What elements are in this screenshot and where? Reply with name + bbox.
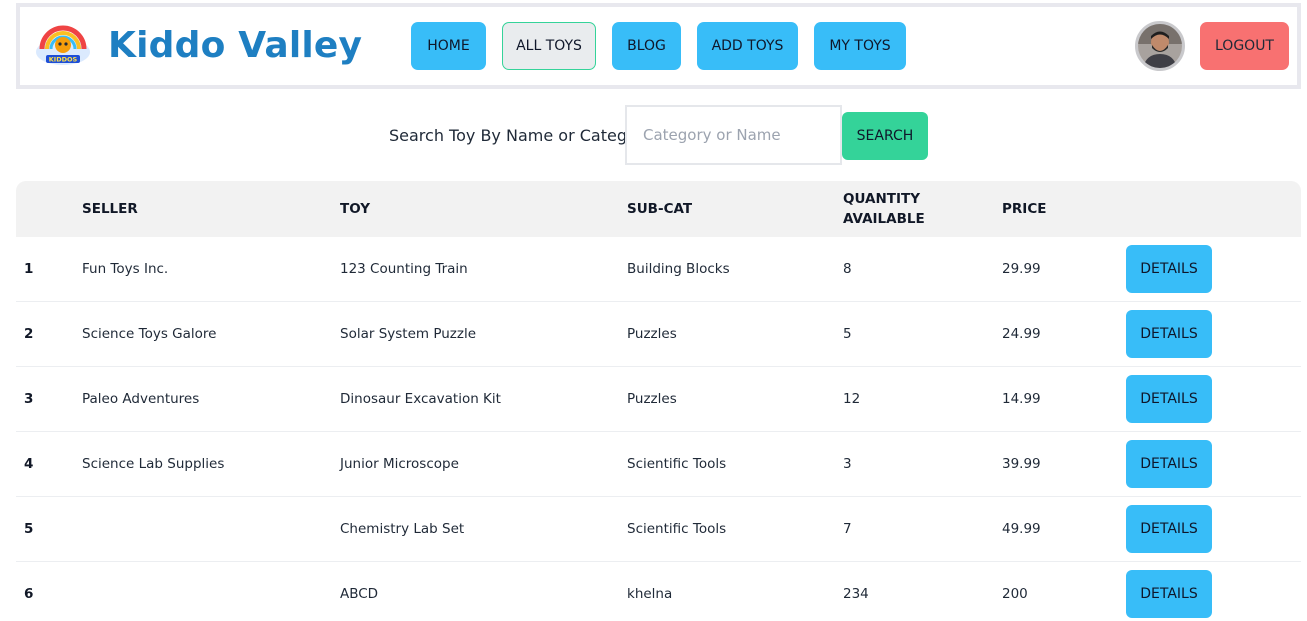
row-seller: Paleo Adventures — [82, 391, 200, 407]
header-seller: SELLER — [82, 201, 138, 217]
row-toy: Junior Microscope — [340, 456, 459, 472]
row-toy: 123 Counting Train — [340, 261, 468, 277]
nav-add-toys-button[interactable]: ADD TOYS — [697, 22, 798, 70]
details-button[interactable]: DETAILS — [1126, 570, 1212, 618]
row-index: 1 — [24, 261, 34, 277]
logout-button[interactable]: LOGOUT — [1200, 22, 1289, 70]
details-button[interactable]: DETAILS — [1126, 375, 1212, 423]
row-quantity: 12 — [843, 391, 861, 407]
row-price: 14.99 — [1002, 391, 1041, 407]
nav-blog-button[interactable]: BLOG — [612, 22, 681, 70]
header-quantity-line1: QUANTITY — [843, 191, 920, 207]
row-quantity: 7 — [843, 521, 852, 537]
details-button[interactable]: DETAILS — [1126, 505, 1212, 553]
row-subcat: Puzzles — [627, 391, 677, 407]
row-price: 29.99 — [1002, 261, 1041, 277]
header-price: PRICE — [1002, 201, 1047, 217]
details-button[interactable]: DETAILS — [1126, 440, 1212, 488]
row-subcat: khelna — [627, 586, 673, 602]
row-toy: Dinosaur Excavation Kit — [340, 391, 501, 407]
table-row: 2 Science Toys Galore Solar System Puzzl… — [16, 302, 1301, 367]
nav-my-toys-button[interactable]: MY TOYS — [814, 22, 906, 70]
row-toy: Solar System Puzzle — [340, 326, 477, 342]
row-quantity: 5 — [843, 326, 852, 342]
row-index: 4 — [24, 456, 34, 472]
svg-text:KIDDOS: KIDDOS — [49, 56, 78, 64]
row-seller: Fun Toys Inc. — [82, 261, 169, 277]
nav-all-toys-button[interactable]: ALL TOYS — [502, 22, 596, 70]
navbar: KIDDOS Kiddo Valley HOME ALL TOYS BLOG A… — [16, 3, 1301, 89]
search-input[interactable] — [625, 105, 842, 165]
table-row: 6 ABCD khelna 234 200 DETAILS — [16, 562, 1301, 621]
table-row: 3 Paleo Adventures Dinosaur Excavation K… — [16, 367, 1301, 432]
row-subcat: Building Blocks — [627, 261, 730, 277]
row-price: 200 — [1002, 586, 1028, 602]
search-button[interactable]: SEARCH — [842, 112, 928, 160]
row-price: 39.99 — [1002, 456, 1041, 472]
row-price: 49.99 — [1002, 521, 1041, 537]
table-row: 4 Science Lab Supplies Junior Microscope… — [16, 432, 1301, 497]
table-row: 1 Fun Toys Inc. 123 Counting Train Build… — [16, 237, 1301, 302]
header-subcat: SUB-CAT — [627, 201, 693, 217]
row-toy: ABCD — [340, 586, 379, 602]
brand-name[interactable]: Kiddo Valley — [108, 25, 362, 66]
table-row: 5 Chemistry Lab Set Scientific Tools 7 4… — [16, 497, 1301, 562]
row-subcat: Scientific Tools — [627, 456, 727, 472]
row-quantity: 8 — [843, 261, 852, 277]
row-toy: Chemistry Lab Set — [340, 521, 465, 537]
row-seller: Science Toys Galore — [82, 326, 217, 342]
details-button[interactable]: DETAILS — [1126, 245, 1212, 293]
details-button[interactable]: DETAILS — [1126, 310, 1212, 358]
row-subcat: Scientific Tools — [627, 521, 727, 537]
row-index: 2 — [24, 326, 34, 342]
row-quantity: 234 — [843, 586, 869, 602]
header-quantity-line2: AVAILABLE — [843, 211, 925, 227]
toys-table: SELLER TOY SUB-CAT QUANTITY AVAILABLE PR… — [16, 181, 1301, 621]
nav-home-button[interactable]: HOME — [411, 22, 486, 70]
table-header: SELLER TOY SUB-CAT QUANTITY AVAILABLE PR… — [16, 181, 1301, 237]
header-toy: TOY — [340, 201, 370, 217]
user-avatar-icon — [1138, 24, 1182, 68]
row-index: 3 — [24, 391, 34, 407]
row-index: 6 — [24, 586, 34, 602]
row-quantity: 3 — [843, 456, 852, 472]
row-seller: Science Lab Supplies — [82, 456, 225, 472]
row-price: 24.99 — [1002, 326, 1041, 342]
row-index: 5 — [24, 521, 34, 537]
kiddos-logo-icon[interactable]: KIDDOS — [34, 19, 92, 69]
search-label: Search Toy By Name or Category — [389, 126, 653, 145]
header-quantity: QUANTITY AVAILABLE — [843, 189, 925, 229]
row-subcat: Puzzles — [627, 326, 677, 342]
user-avatar[interactable] — [1135, 21, 1185, 71]
